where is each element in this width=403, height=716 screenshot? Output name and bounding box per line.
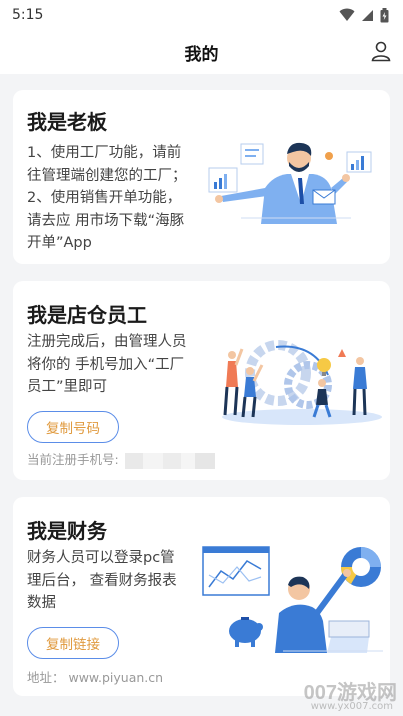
boss-card-description: 1、使用工厂功能，请前 往管理端创建您的工厂； 2、使用销售开单功能， 请去应 … [27, 145, 187, 251]
boss-card-title: 我是老板 [27, 110, 107, 134]
status-bar: 5:15 [0, 0, 403, 30]
phone-number-redacted [124, 452, 215, 469]
finance-card-title: 我是财务 [27, 519, 107, 543]
staff-card-title: 我是店仓员工 [27, 303, 147, 327]
boss-card: 我是老板 1、使用工厂功能，请前 往管理端创建您的工厂； 2、使用销售开单功能，… [13, 90, 390, 264]
boss-illustration [208, 142, 372, 224]
copy-number-button[interactable]: 复制号码 [27, 411, 119, 443]
page-title: 我的 [184, 44, 219, 65]
registered-phone-row: 当前注册手机号: [27, 449, 215, 469]
wifi-icon [339, 8, 355, 21]
status-time: 5:15 [12, 7, 44, 23]
finance-card: 我是财务 财务人员可以登录pc管 理后台， 查看财务报表 数据 复制链接 地址：… [13, 497, 390, 696]
staff-card-description: 注册完成后，由管理人员 将你的 手机号加入“工厂 员工”里即可 [27, 334, 187, 395]
registered-phone-label: 当前注册手机号: [27, 452, 119, 467]
copy-link-button[interactable]: 复制链接 [27, 627, 119, 659]
app-header: 我的 [0, 30, 403, 74]
finance-card-description: 财务人员可以登录pc管 理后台， 查看财务报表 数据 [27, 550, 177, 611]
signal-icon [362, 9, 373, 21]
user-icon[interactable] [369, 39, 393, 63]
battery-icon [380, 7, 389, 22]
finance-address: 地址： www.piyuan.cn [27, 670, 164, 685]
watermark-url: www.yx007.com [310, 701, 393, 712]
status-icons [339, 7, 389, 23]
finance-illustration [202, 546, 383, 653]
watermark: 007游戏网 www.yx007.com [285, 676, 397, 712]
staff-card: 我是店仓员工 注册完成后，由管理人员 将你的 手机号加入“工厂 员工”里即可 复… [13, 281, 390, 480]
staff-illustration [222, 340, 382, 425]
